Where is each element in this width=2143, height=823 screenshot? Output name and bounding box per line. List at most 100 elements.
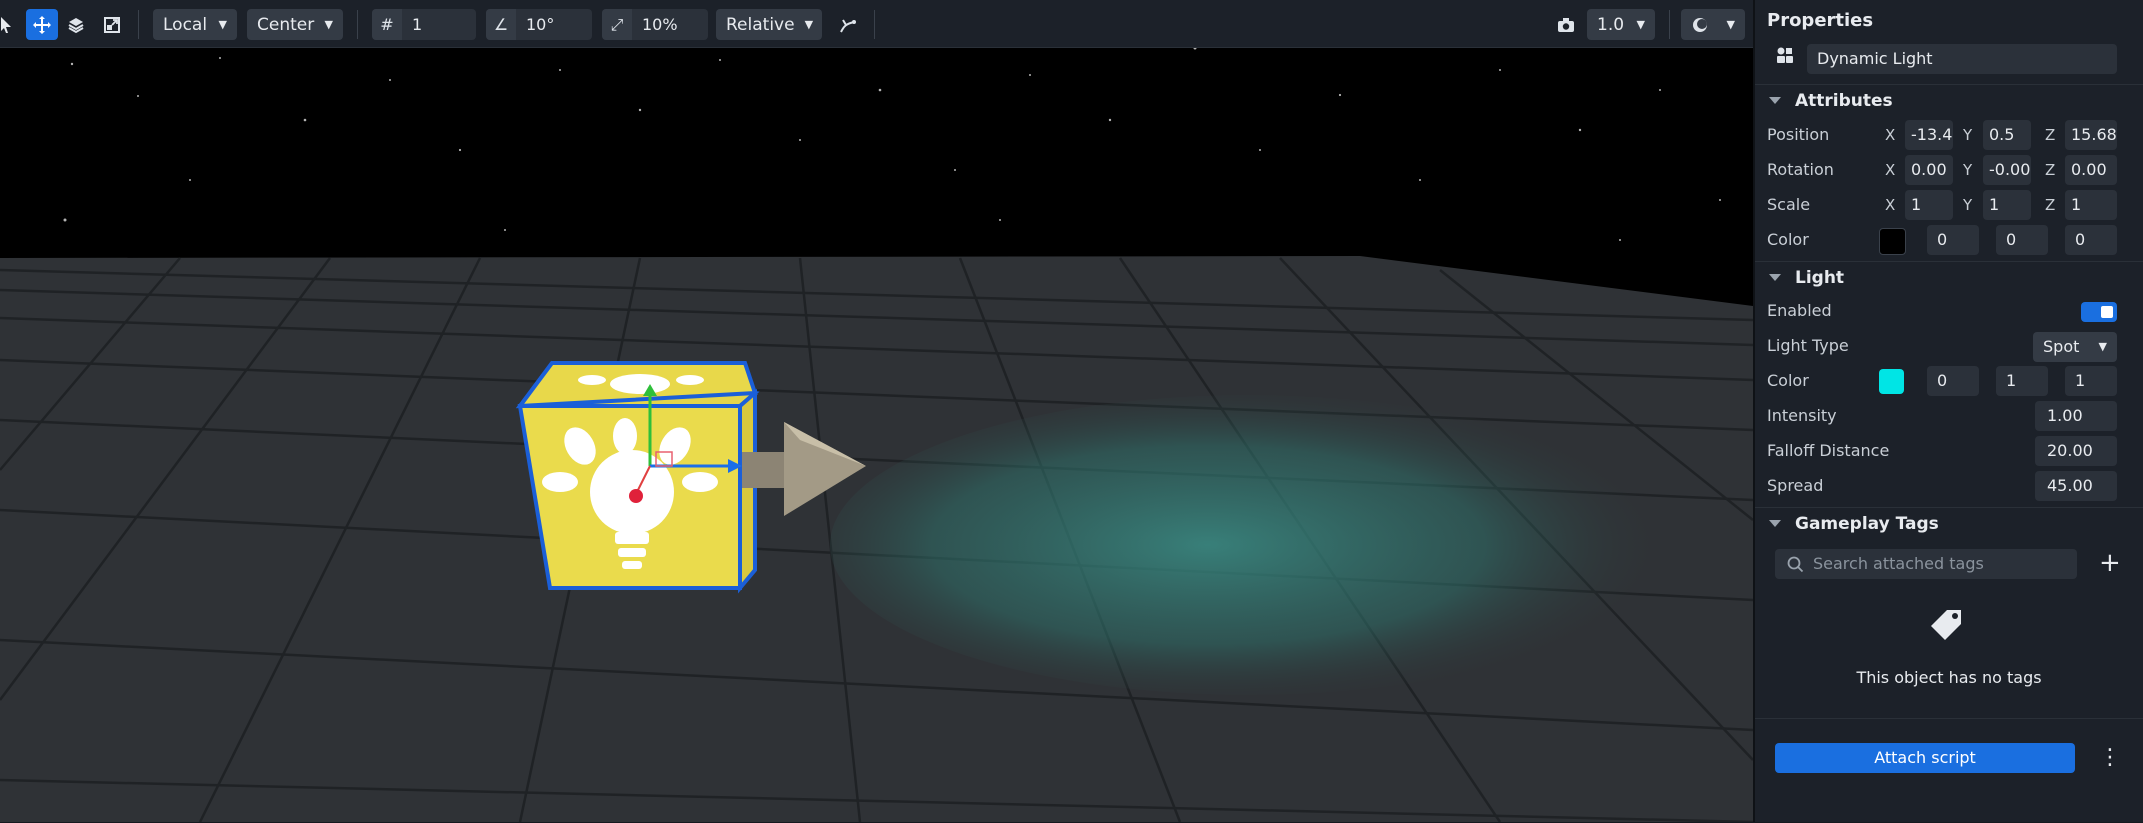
branch-icon	[840, 18, 856, 32]
chevron-down-icon: ▼	[218, 18, 227, 31]
gameplay-tags-section-header[interactable]: Gameplay Tags	[1755, 507, 2143, 542]
collapse-triangle-icon	[1769, 274, 1781, 281]
spread-label: Spread	[1767, 476, 1824, 495]
spread-input[interactable]: 45.00	[2035, 471, 2117, 501]
light-enabled-toggle[interactable]	[2081, 302, 2117, 322]
properties-panel: Properties Dynamic Light Attributes Posi…	[1753, 0, 2143, 822]
attributes-header-label: Attributes	[1795, 91, 1893, 111]
attribute-color-b-input[interactable]: 0	[2065, 225, 2117, 255]
scale-y-input[interactable]: 1	[1983, 190, 2031, 220]
axis-z-label: Z	[2045, 126, 2056, 144]
rotation-y-input[interactable]: -0.00	[1983, 155, 2031, 185]
move-tool-button[interactable]	[26, 9, 58, 40]
tag-search-placeholder: Search attached tags	[1813, 554, 1984, 573]
object-name-field[interactable]: Dynamic Light	[1807, 44, 2117, 74]
tag-search-input[interactable]: Search attached tags	[1775, 549, 2077, 579]
toolbar-divider	[1669, 10, 1670, 39]
space-mode-dropdown[interactable]: Local ▼	[153, 9, 237, 40]
chevron-down-icon: ▼	[324, 18, 333, 31]
light-header-label: Light	[1795, 268, 1845, 288]
attach-script-button[interactable]: Attach script	[1775, 743, 2075, 773]
light-type-dropdown[interactable]: Spot ▼	[2033, 332, 2117, 362]
intensity-label: Intensity	[1767, 406, 1837, 425]
falloff-distance-label: Falloff Distance	[1767, 441, 1890, 460]
pivot-mode-label: Center	[257, 14, 315, 35]
chevron-down-icon: ▼	[1636, 18, 1645, 31]
lighting-mode-icon	[1693, 17, 1707, 32]
light-type-label: Light Type	[1767, 336, 1849, 355]
space-mode-label: Local	[163, 14, 208, 35]
chevron-down-icon: ▼	[2098, 340, 2107, 353]
chevron-down-icon: ▼	[1726, 18, 1735, 31]
attribute-color-r-input[interactable]: 0	[1927, 225, 1979, 255]
camera-button[interactable]	[1550, 9, 1582, 40]
intensity-input[interactable]: 1.00	[2035, 401, 2117, 431]
rotation-z-input[interactable]: 0.00	[2065, 155, 2117, 185]
rotation-snap-field[interactable]: ∠ 10°	[486, 9, 592, 40]
axis-x-label: X	[1885, 196, 1896, 214]
gameplay-tags-header-label: Gameplay Tags	[1795, 514, 1939, 534]
light-color-g-input[interactable]: 1	[1996, 366, 2048, 396]
panel-footer: Attach script ⋮	[1755, 718, 2143, 823]
light-section-header[interactable]: Light	[1755, 261, 2143, 296]
rotation-x-input[interactable]: 0.00	[1905, 155, 1953, 185]
scale-tool-button[interactable]	[96, 9, 128, 40]
scale-icon	[104, 16, 120, 33]
scene-canvas[interactable]	[0, 0, 1753, 822]
object-type-icon	[1777, 47, 1793, 63]
position-z-input[interactable]: 15.68	[2065, 120, 2117, 150]
attribute-color-g-input[interactable]: 0	[1996, 225, 2048, 255]
attributes-section-header[interactable]: Attributes	[1755, 84, 2143, 119]
position-x-input[interactable]: -13.4	[1905, 120, 1953, 150]
rotation-snap-value: 10°	[526, 15, 555, 34]
scale-snap-value: 10%	[642, 15, 678, 34]
chevron-down-icon: ▼	[804, 18, 814, 31]
rotation-label: Rotation	[1767, 160, 1834, 179]
light-cube[interactable]	[515, 360, 760, 594]
falloff-distance-input[interactable]: 20.00	[2035, 436, 2117, 466]
scale-snap-field[interactable]: ⤢ 10%	[602, 9, 708, 40]
transform-mode-dropdown[interactable]: Relative ▼	[716, 9, 822, 40]
search-icon	[1787, 556, 1804, 573]
toolbar-divider	[357, 10, 358, 39]
axis-y-label: Y	[1963, 161, 1973, 179]
add-tag-button[interactable]: +	[2099, 548, 2121, 578]
collapse-triangle-icon	[1769, 97, 1781, 104]
select-tool-button[interactable]	[0, 9, 22, 40]
attribute-color-swatch[interactable]	[1879, 228, 1906, 255]
rotate-tool-button[interactable]	[60, 9, 92, 40]
color-label: Color	[1767, 230, 1809, 249]
scale-x-input[interactable]: 1	[1905, 190, 1953, 220]
axis-z-label: Z	[2045, 161, 2056, 179]
position-label: Position	[1767, 125, 1830, 144]
axis-y-label: Y	[1963, 196, 1973, 214]
camera-speed-dropdown[interactable]: 1.0 ▼	[1587, 9, 1655, 40]
viewport-toolbar: Local ▼ Center ▼ # 1 ∠ 10° ⤢ 10% Relative ▼…	[0, 0, 1753, 48]
collapse-triangle-icon	[1769, 520, 1781, 527]
light-color-swatch[interactable]	[1879, 369, 1904, 394]
axis-x-label: X	[1885, 161, 1896, 179]
tag-icon	[1931, 610, 1961, 640]
toolbar-divider	[138, 10, 139, 39]
camera-speed-label: 1.0	[1597, 14, 1625, 35]
light-color-r-input[interactable]: 0	[1927, 366, 1979, 396]
position-y-input[interactable]: 0.5	[1983, 120, 2031, 150]
scene-viewport[interactable]: Local ▼ Center ▼ # 1 ∠ 10° ⤢ 10% Relative ▼…	[0, 0, 1753, 822]
layers-icon	[68, 17, 84, 33]
grid-icon: #	[372, 9, 402, 40]
panel-title: Properties	[1767, 10, 1874, 31]
scale-z-input[interactable]: 1	[2065, 190, 2117, 220]
light-type-value: Spot	[2043, 337, 2080, 356]
cursor-icon	[1, 16, 11, 33]
scale-label: Scale	[1767, 195, 1811, 214]
snap-surface-button[interactable]	[832, 9, 864, 40]
pivot-mode-dropdown[interactable]: Center ▼	[247, 9, 343, 40]
resize-icon: ⤢	[602, 9, 632, 40]
render-mode-dropdown[interactable]: ▼	[1681, 9, 1745, 40]
grid-snap-field[interactable]: # 1	[372, 9, 476, 40]
more-options-icon[interactable]: ⋮	[2099, 745, 2121, 770]
no-tags-message: This object has no tags	[1856, 668, 2042, 687]
light-color-b-input[interactable]: 1	[2065, 366, 2117, 396]
toolbar-divider	[874, 10, 875, 39]
axis-y-label: Y	[1963, 126, 1973, 144]
